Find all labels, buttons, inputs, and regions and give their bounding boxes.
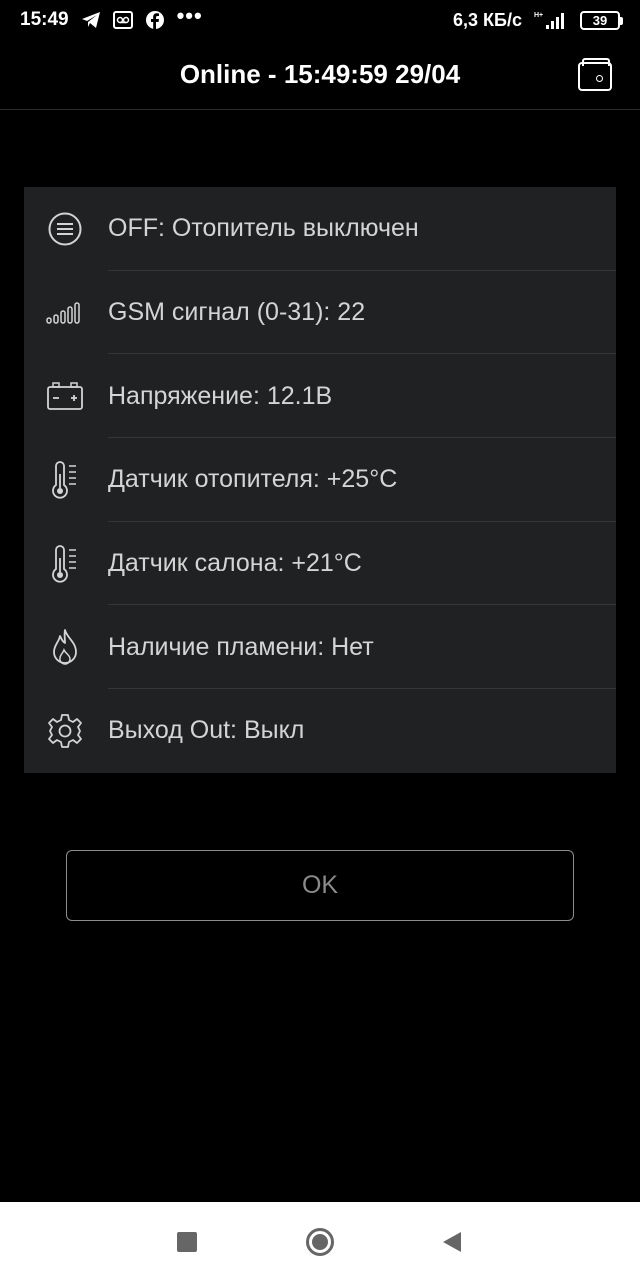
flame-icon: [46, 628, 84, 666]
info-row-label: OFF: Отопитель выключен: [108, 214, 419, 243]
telegram-icon: [81, 11, 101, 29]
app-header: Online - 15:49:59 29/04: [0, 40, 640, 110]
info-row-label: Датчик салона: +21°C: [108, 549, 362, 578]
status-bar-left: 15:49 •••: [20, 5, 203, 31]
network-speed: 6,3 КБ/с: [453, 9, 522, 30]
wallet-icon[interactable]: [578, 58, 612, 91]
square-recents-icon[interactable]: [171, 1226, 203, 1258]
info-row-label: GSM сигнал (0-31): 22: [108, 298, 366, 327]
status-time: 15:49: [20, 9, 69, 30]
status-info-card: OFF: Отопитель выключен GSM сигнал (0-31…: [24, 187, 616, 773]
battery-level: 39: [592, 12, 608, 28]
thermometer-icon: [46, 461, 84, 499]
info-row-flame: Наличие пламени: Нет: [24, 605, 616, 690]
status-bar-right: 6,3 КБ/с H+ 39: [453, 9, 623, 31]
battery-icon: 39: [580, 10, 623, 30]
page-title: Online - 15:49:59 29/04: [179, 59, 461, 89]
ok-button[interactable]: OK: [66, 850, 574, 921]
info-row-output: Выход Out: Выкл: [24, 689, 616, 773]
info-row-label: Датчик отопителя: +25°C: [108, 465, 398, 494]
svg-text:H+: H+: [534, 12, 543, 19]
info-row-cabin-sensor: Датчик салона: +21°C: [24, 522, 616, 606]
cell-signal-icon: H+: [534, 10, 568, 30]
thermometer-icon: [46, 544, 84, 583]
voicemail-icon: [112, 11, 133, 29]
more-notifications-icon: •••: [176, 3, 203, 28]
gear-icon: [46, 712, 84, 750]
battery-voltage-icon: [46, 377, 84, 415]
info-row-gsm-signal: GSM сигнал (0-31): 22: [24, 271, 616, 355]
info-row-label: Напряжение: 12.1В: [108, 381, 333, 410]
menu-circle-icon: [46, 210, 84, 248]
facebook-icon: [145, 10, 165, 30]
info-row-label: Выход Out: Выкл: [108, 716, 305, 745]
info-row-heater-state: OFF: Отопитель выключен: [24, 187, 616, 271]
info-row-voltage: Напряжение: 12.1В: [24, 354, 616, 439]
info-row-label: Наличие пламени: Нет: [108, 632, 374, 661]
circle-home-icon[interactable]: [304, 1226, 336, 1258]
triangle-back-icon[interactable]: [436, 1226, 468, 1258]
info-row-heater-sensor: Датчик отопителя: +25°C: [24, 438, 616, 522]
signal-bars-icon: [46, 294, 84, 332]
navigation-bar: [0, 1202, 640, 1280]
status-bar: 15:49 ••• 6,3 КБ/с H+ 39: [0, 0, 640, 40]
